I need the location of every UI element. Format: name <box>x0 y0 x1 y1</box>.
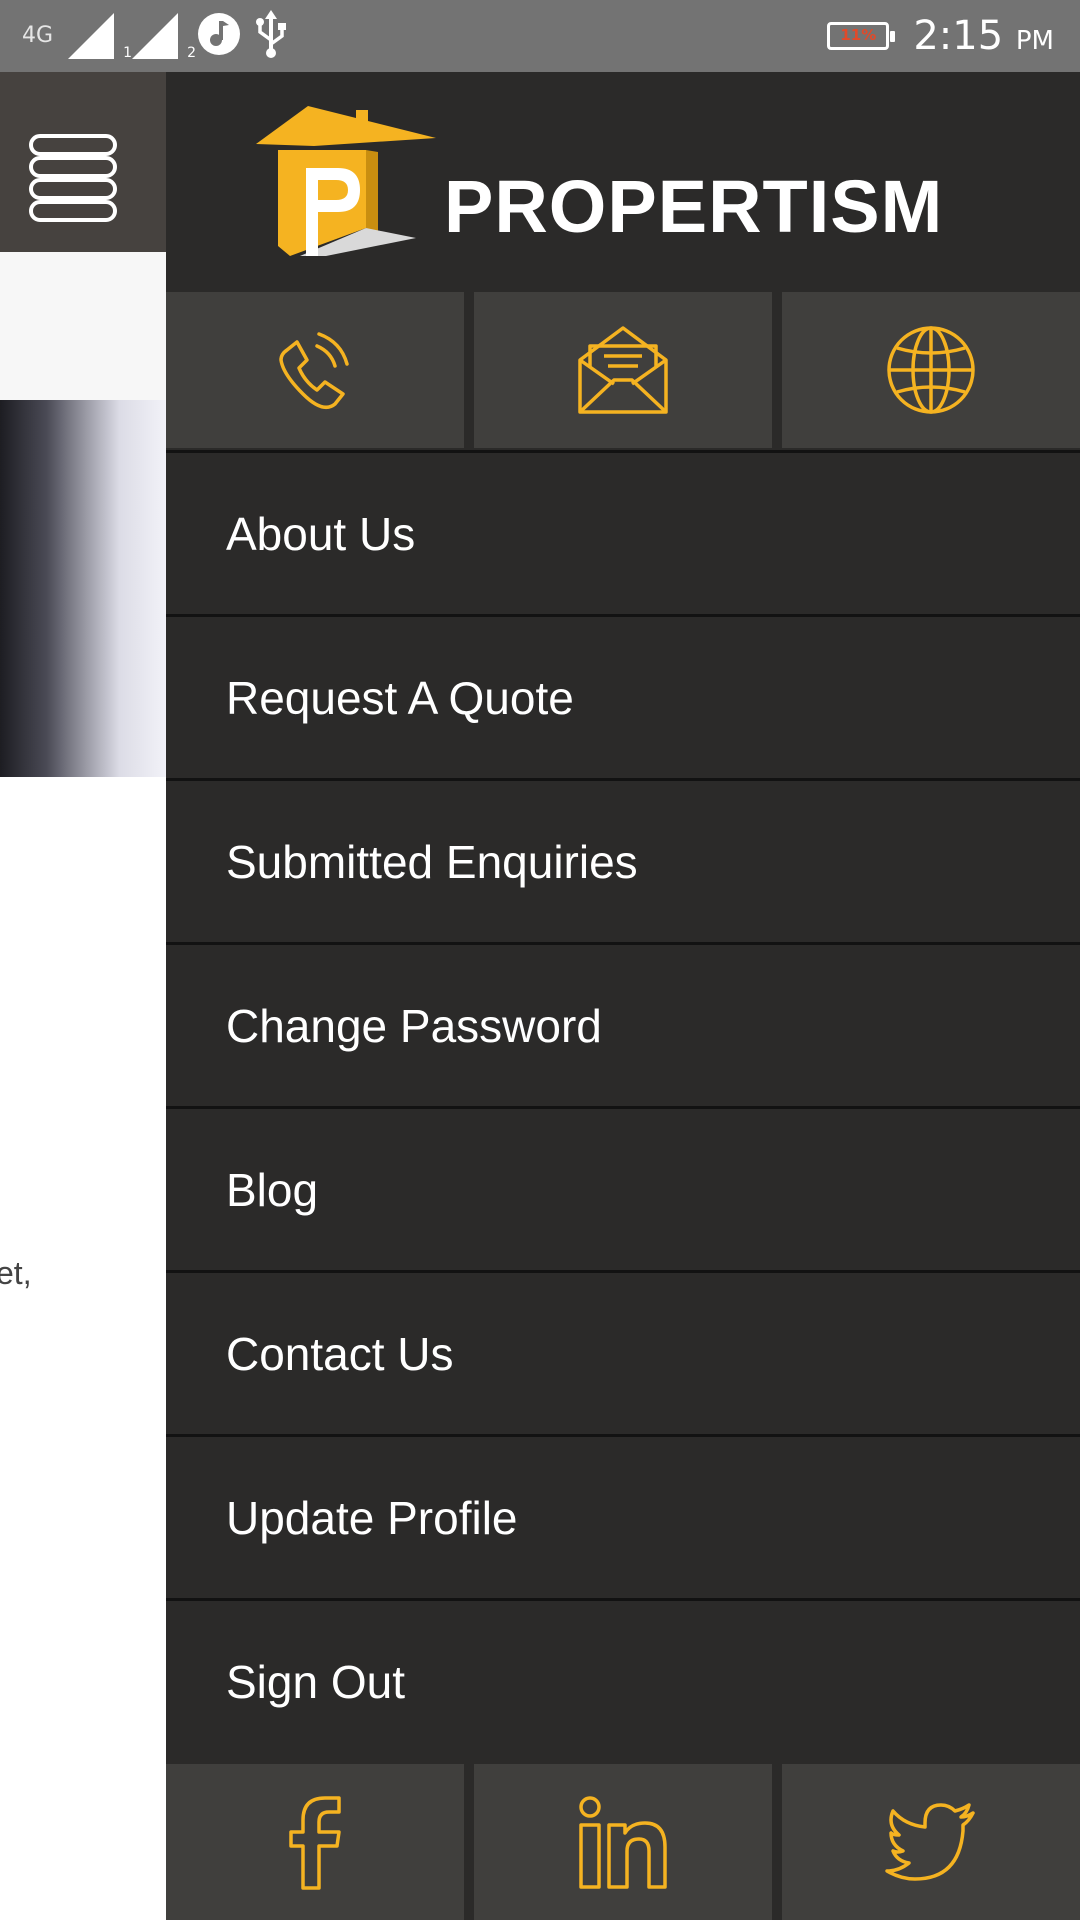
logo-icon <box>256 106 456 266</box>
facebook-icon <box>285 1794 345 1890</box>
music-icon <box>196 11 242 62</box>
email-button[interactable] <box>474 292 772 448</box>
status-bar: 4G 1 2 11% 2:15 PM <box>0 0 1080 72</box>
menu-item-contact-us[interactable]: Contact Us <box>166 1270 1080 1434</box>
background-page: et, <box>0 72 166 1920</box>
background-text: et, <box>0 1255 32 1291</box>
signal-icon: 2 <box>132 13 196 61</box>
drawer-menu: About Us Request A Quote Submitted Enqui… <box>166 450 1080 1762</box>
facebook-button[interactable] <box>166 1764 464 1920</box>
usb-icon <box>252 9 290 63</box>
menu-item-change-password[interactable]: Change Password <box>166 942 1080 1106</box>
menu-item-label: Blog <box>226 1163 319 1216</box>
menu-item-label: About Us <box>226 507 416 560</box>
menu-item-label: Contact Us <box>226 1327 454 1380</box>
menu-item-label: Sign Out <box>226 1655 405 1708</box>
twitter-icon <box>885 1803 977 1881</box>
menu-item-request-quote[interactable]: Request A Quote <box>166 614 1080 778</box>
menu-item-label: Request A Quote <box>226 671 574 724</box>
brand-header: PROPERTISM <box>166 72 1080 292</box>
phone-button[interactable] <box>166 292 464 448</box>
clock-time: 2:15 <box>913 13 1004 59</box>
brand-name: PROPERTISM <box>444 165 944 248</box>
clock-ampm: PM <box>1015 26 1054 56</box>
social-row <box>166 1764 1080 1920</box>
email-icon <box>576 324 670 416</box>
app-header <box>0 72 166 252</box>
menu-item-about-us[interactable]: About Us <box>166 450 1080 614</box>
menu-item-label: Change Password <box>226 999 602 1052</box>
battery-icon: 11% <box>827 22 896 50</box>
linkedin-icon <box>577 1795 669 1889</box>
nav-drawer: PROPERTISM About Us Request A Quote Subm… <box>166 72 1080 1920</box>
background-banner <box>0 252 166 400</box>
status-right: 11% 2:15 PM <box>827 10 1054 62</box>
linkedin-button[interactable] <box>474 1764 772 1920</box>
menu-item-label: Submitted Enquiries <box>226 835 638 888</box>
contact-row <box>166 292 1080 450</box>
menu-icon[interactable] <box>28 134 118 224</box>
sim2-label: 2 <box>187 45 196 61</box>
battery-level: 11% <box>840 26 877 44</box>
clock: 2:15 PM <box>913 13 1054 59</box>
menu-item-submitted-enquiries[interactable]: Submitted Enquiries <box>166 778 1080 942</box>
menu-item-update-profile[interactable]: Update Profile <box>166 1434 1080 1598</box>
phone-icon <box>273 324 357 416</box>
menu-item-sign-out[interactable]: Sign Out <box>166 1598 1080 1762</box>
status-left: 4G 1 2 <box>22 9 290 63</box>
menu-item-blog[interactable]: Blog <box>166 1106 1080 1270</box>
network-type: 4G <box>22 23 54 48</box>
website-button[interactable] <box>782 292 1080 448</box>
globe-icon <box>885 324 977 416</box>
menu-item-label: Update Profile <box>226 1491 518 1544</box>
sim1-label: 1 <box>123 45 132 61</box>
signal-icon: 1 <box>68 13 132 61</box>
background-photo <box>0 400 166 777</box>
twitter-button[interactable] <box>782 1764 1080 1920</box>
